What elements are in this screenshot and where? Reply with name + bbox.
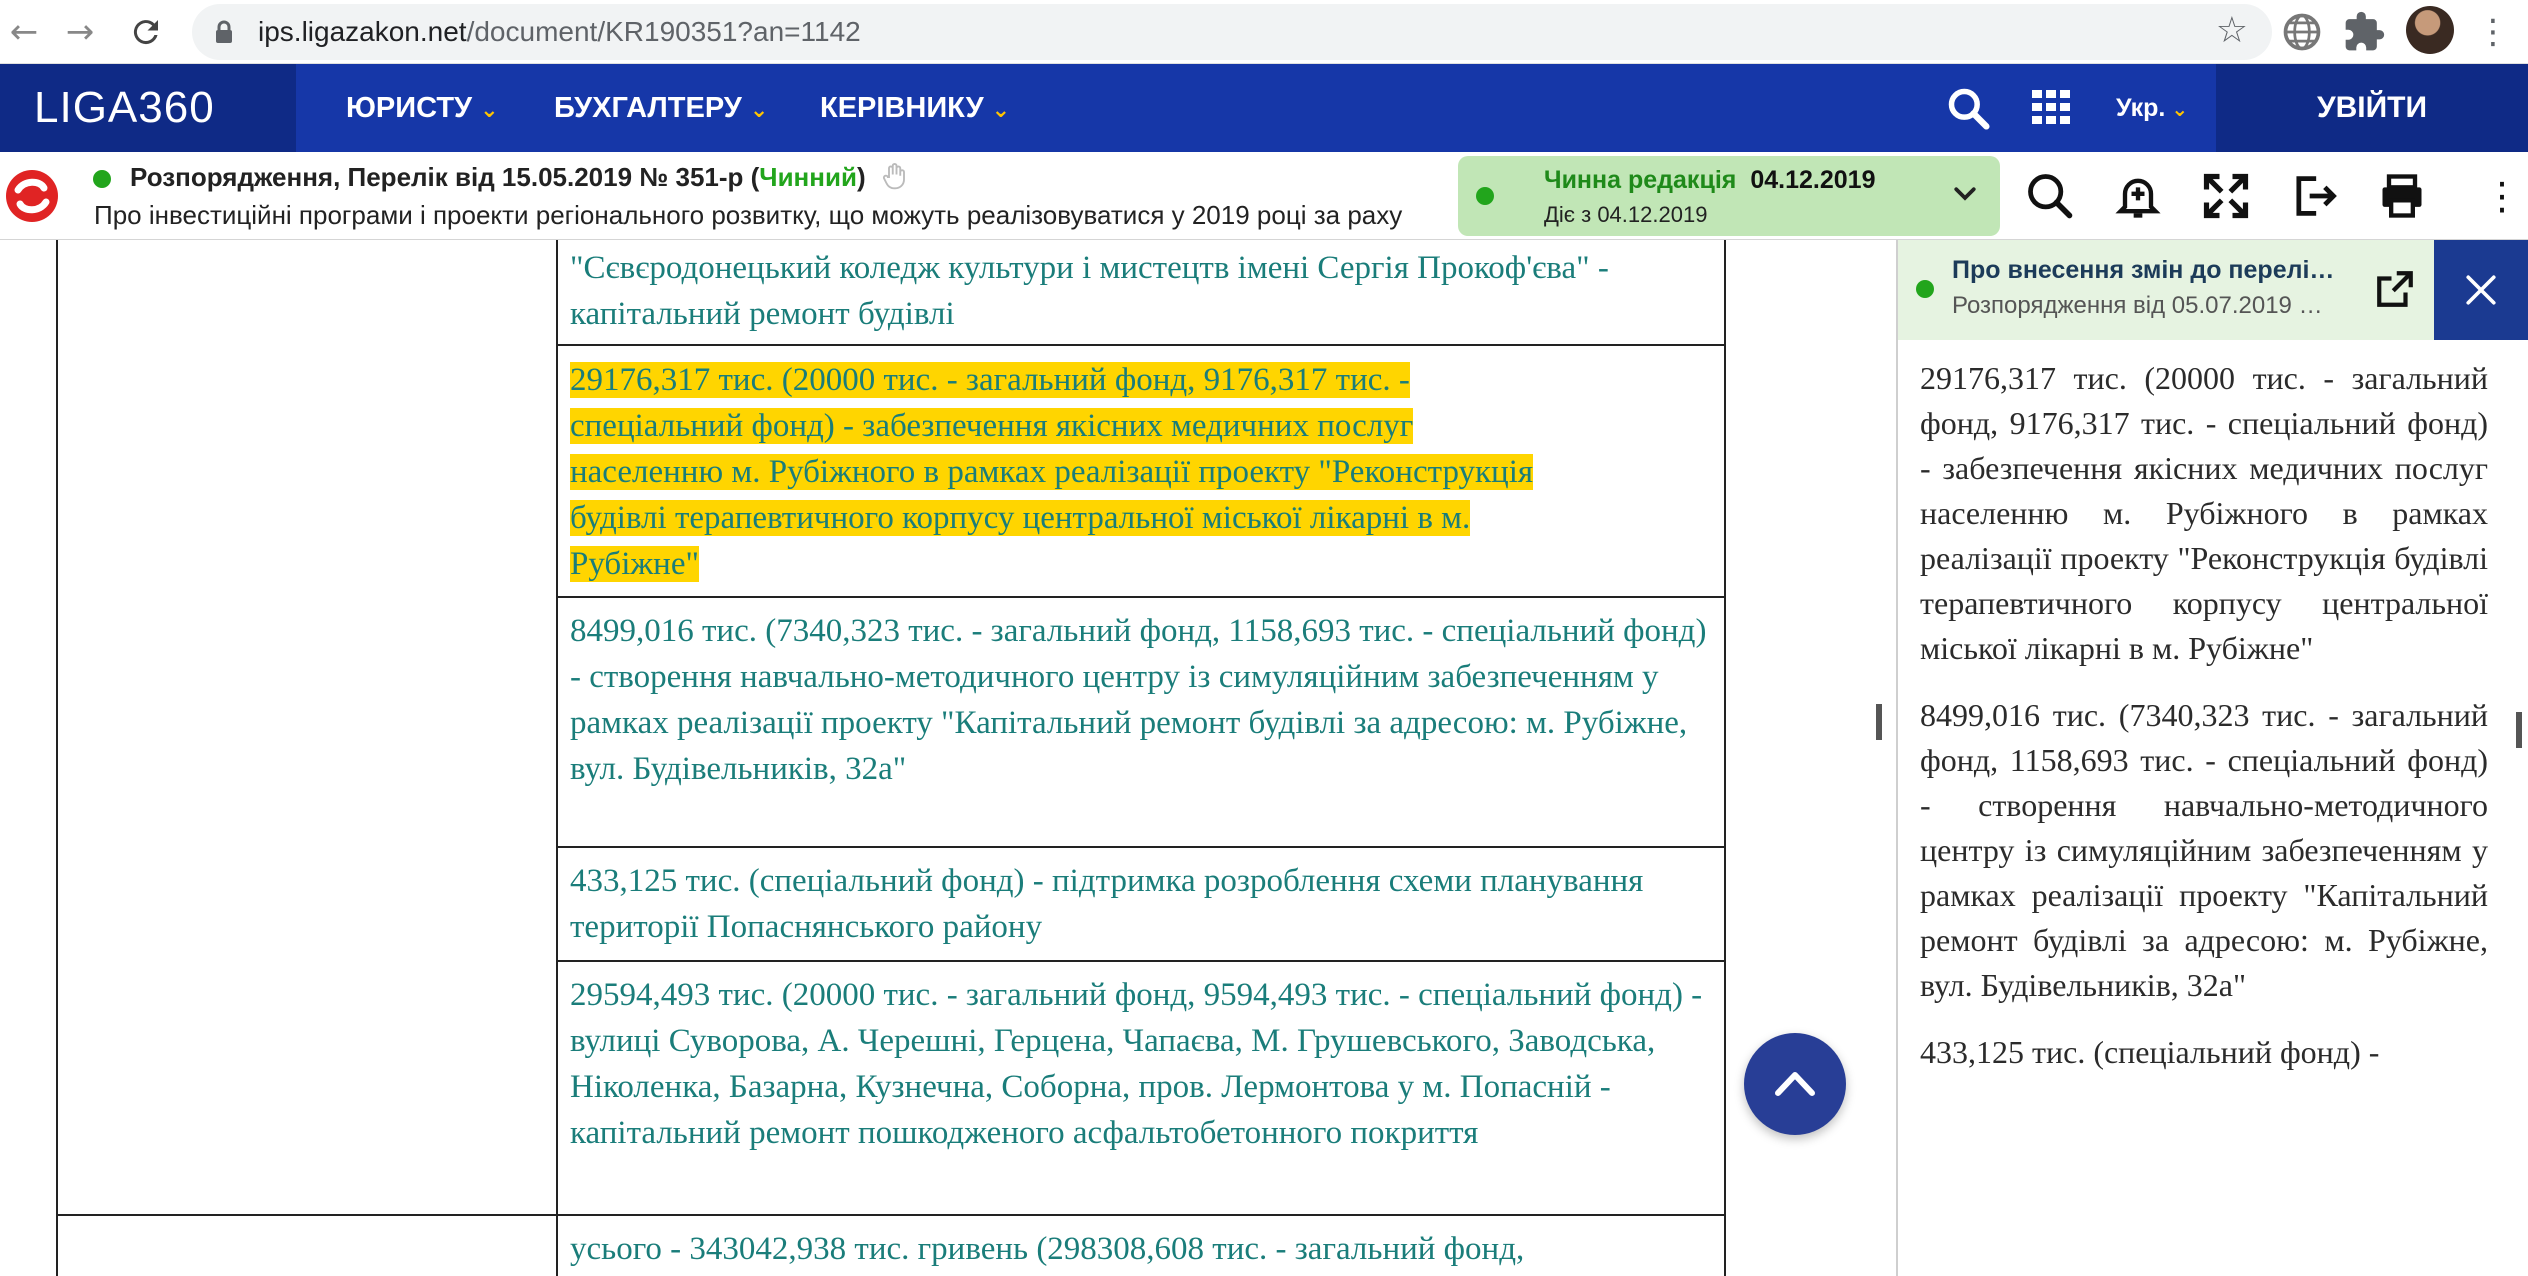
search-icon[interactable] <box>1946 86 1990 130</box>
document-content: "Сєвєродонецький коледж культури і мисте… <box>0 240 1896 1276</box>
table-cell: 8499,016 тис. (7340,323 тис. - загальний… <box>570 613 1707 787</box>
puzzle-icon[interactable] <box>2342 10 2386 54</box>
panel-text: 29176,317 тис. (20000 тис. - загальний ф… <box>1920 356 2488 1097</box>
panel-paragraph: 8499,016 тис. (7340,323 тис. - загальний… <box>1920 697 2488 1003</box>
logo[interactable]: LIGA360 <box>0 64 296 152</box>
menu-manager[interactable]: КЕРІВНИКУ ⌄ <box>820 64 1010 152</box>
star-icon[interactable]: ☆ <box>2216 10 2248 51</box>
back-icon[interactable]: ← <box>0 8 48 56</box>
panel-scrollbar[interactable] <box>2516 712 2522 748</box>
browser-toolbar: ← → ips.ligazakon.net/document/KR190351?… <box>0 0 2528 64</box>
comparison-panel: Про внесення змін до перелі… Розпоряджен… <box>1896 240 2528 1276</box>
globe-icon[interactable] <box>2280 10 2324 54</box>
table-border <box>1724 240 1726 1276</box>
status-dot <box>93 170 111 188</box>
scroll-to-top-button[interactable] <box>1744 1033 1846 1135</box>
panel-title: Про внесення змін до перелі… <box>1952 256 2335 284</box>
close-panel-button[interactable] <box>2434 240 2528 340</box>
status-dot <box>1916 280 1934 298</box>
avatar[interactable] <box>2406 6 2454 54</box>
forward-icon[interactable]: → <box>56 8 104 56</box>
more-icon[interactable]: ⋮ <box>2476 170 2528 222</box>
chevron-down-icon: ⌄ <box>2171 97 2189 121</box>
lock-icon <box>216 20 232 43</box>
table-border <box>56 240 58 1276</box>
chevron-down-icon: ⌄ <box>749 98 769 123</box>
external-link-icon[interactable] <box>2374 268 2416 310</box>
status-dot <box>1476 187 1494 205</box>
browser-menu-icon[interactable]: ⋮ <box>2476 10 2510 54</box>
edition-selector[interactable]: Чинна редакція 04.12.2019 Діє з 04.12.201… <box>1458 156 2000 236</box>
table-cell: "Сєвєродонецький коледж культури і мисте… <box>570 250 1609 332</box>
document-header: Розпорядження, Перелік від 15.05.2019 № … <box>0 152 2528 240</box>
table-border <box>556 240 558 1276</box>
bell-icon[interactable] <box>2112 170 2164 222</box>
address-bar[interactable]: ips.ligazakon.net/document/KR190351?an=1… <box>192 4 2272 60</box>
split-resize-handle[interactable] <box>1876 704 1882 740</box>
row-divider <box>556 960 1726 962</box>
arrow-up-icon <box>1775 1072 1815 1096</box>
language-selector[interactable]: Укр. ⌄ <box>2116 64 2188 153</box>
export-icon[interactable] <box>2288 170 2340 222</box>
menu-lawyer[interactable]: ЮРИСТУ ⌄ <box>346 64 499 152</box>
url-text: ips.ligazakon.net/document/KR190351?an=1… <box>258 16 861 47</box>
menu-accountant[interactable]: БУХГАЛТЕРУ ⌄ <box>554 64 768 152</box>
chevron-down-icon: ⌄ <box>480 98 499 123</box>
close-icon <box>2466 275 2496 305</box>
table-cell-highlighted: 29176,317 тис. (20000 тис. - загальний ф… <box>570 362 1534 582</box>
document-title: Розпорядження, Перелік від 15.05.2019 № … <box>93 162 909 193</box>
panel-paragraph: 29176,317 тис. (20000 тис. - загальний ф… <box>1920 360 2488 666</box>
search-icon[interactable] <box>2024 170 2076 222</box>
panel-paragraph: 433,125 тис. (спеціальний фонд) - <box>1920 1034 2380 1070</box>
table-cell: усього - 343042,938 тис. гривень (298308… <box>570 1231 1525 1267</box>
main-header: LIGA360 ЮРИСТУ ⌄ БУХГАЛТЕРУ ⌄ КЕРІВНИКУ ⌄ У… <box>0 64 2528 152</box>
hand-icon <box>882 162 905 190</box>
row-divider <box>556 344 1726 346</box>
table-cell: 29594,493 тис. (20000 тис. - загальний ф… <box>570 977 1703 1151</box>
status-badge: Чинний <box>759 162 857 192</box>
apps-grid-icon[interactable] <box>2032 90 2070 124</box>
row-divider <box>556 596 1726 598</box>
table-cell: 433,125 тис. (спеціальний фонд) - підтри… <box>570 863 1644 945</box>
chevron-down-icon: ⌄ <box>991 98 1011 123</box>
liga-logo-icon[interactable] <box>4 166 60 226</box>
document-subtitle: Про інвестиційні програми і проекти регі… <box>94 200 1404 230</box>
chevron-down-icon <box>1954 187 1976 201</box>
reload-icon[interactable] <box>122 8 170 56</box>
expand-icon[interactable] <box>2200 170 2252 222</box>
login-button[interactable]: УВІЙТИ <box>2216 64 2528 152</box>
row-divider <box>56 1214 1726 1216</box>
row-divider <box>556 846 1726 848</box>
print-icon[interactable] <box>2376 170 2428 222</box>
panel-subtitle: Розпорядження від 05.07.2019 … <box>1952 292 2323 319</box>
